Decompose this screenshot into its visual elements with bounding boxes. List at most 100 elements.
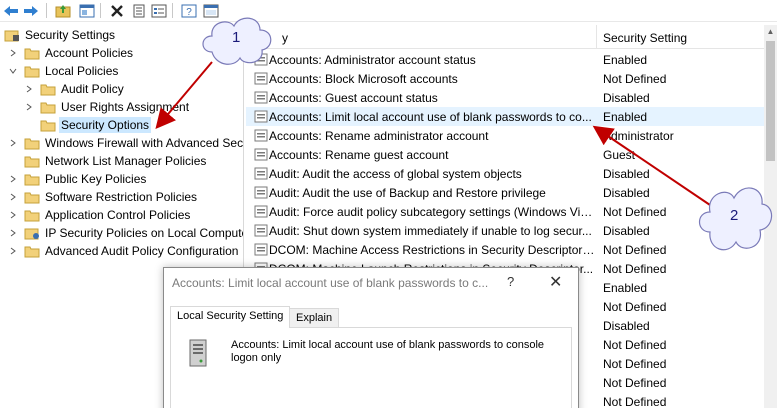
tab-explain[interactable]: Explain [289,308,340,327]
policy-name: Accounts: Rename administrator account [269,128,489,143]
chevron-right-icon[interactable] [24,84,34,94]
policy-name: Accounts: Limit local account use of bla… [269,109,592,124]
policy-name: Accounts: Rename guest account [269,147,449,162]
chevron-right-icon[interactable] [24,102,34,112]
policy-icon [254,167,268,180]
security-setting-value: Enabled [603,109,648,124]
security-setting-value: Not Defined [603,337,667,352]
policy-icon [254,110,268,123]
forward-icon[interactable] [22,2,40,19]
list-header: ^ y Security Setting [246,25,764,49]
tree-label: Advanced Audit Policy Configuration [45,244,239,258]
tree-item-security-options[interactable]: Security Options [40,116,152,134]
callout-number-2: 2 [730,207,739,224]
delete-icon[interactable] [108,2,126,19]
table-row[interactable]: Audit: Shut down system immediately if u… [246,221,764,240]
folder-up-icon[interactable] [54,2,72,19]
security-setting-value: Disabled [603,185,650,200]
policy-icon [254,205,268,218]
folder-icon [40,102,56,113]
chevron-down-icon[interactable] [8,66,18,76]
tree-label: Security Options [59,117,152,133]
table-row[interactable]: Accounts: Rename guest account Guest [246,145,764,164]
policy-icon [254,243,268,256]
policy-name: Accounts: Guest account status [269,90,438,105]
folder-icon [24,192,40,203]
policy-name: Audit: Audit the access of global system… [269,166,522,181]
chevron-right-icon[interactable] [8,246,18,256]
policy-description: Accounts: Limit local account use of bla… [231,339,545,364]
tree-item-user-rights-assignment[interactable]: User Rights Assignment [24,98,191,116]
tree-item-application-control[interactable]: Application Control Policies [8,206,192,224]
folder-icon [24,246,40,257]
tree-label: Public Key Policies [45,172,147,186]
properties-icon[interactable] [78,2,96,19]
table-row[interactable]: Audit: Force audit policy subcategory se… [246,202,764,221]
table-row[interactable]: Accounts: Limit local account use of bla… [246,107,764,126]
tree-root-security-settings[interactable]: Security Settings [4,26,117,44]
folder-icon [40,84,56,95]
security-setting-value: Disabled [603,90,650,105]
folder-icon [24,156,40,167]
policy-name: Accounts: Block Microsoft accounts [269,71,458,86]
list-icon[interactable] [150,2,168,19]
folder-icon [24,174,40,185]
folder-icon [40,120,56,131]
tree-label: Security Settings [25,28,116,42]
policy-name: DCOM: Machine Access Restrictions in Sec… [269,242,596,257]
dialog-tab-panel: Accounts: Limit local account use of bla… [170,327,572,408]
scroll-thumb[interactable] [766,41,775,161]
help-button[interactable]: ? [507,274,514,289]
help-icon[interactable]: ? [180,2,198,19]
dialog-title: Accounts: Limit local account use of bla… [172,276,489,290]
table-row[interactable]: Accounts: Block Microsoft accounts Not De… [246,69,764,88]
table-row[interactable]: Accounts: Administrator account status En… [246,50,764,69]
policy-name: Audit: Audit the use of Backup and Resto… [269,185,546,200]
tree-label: User Rights Assignment [61,100,190,114]
table-row[interactable]: DCOM: Machine Access Restrictions in Sec… [246,240,764,259]
export-icon[interactable] [130,2,148,19]
folder-open-icon [24,66,40,77]
tree-item-advanced-audit[interactable]: Advanced Audit Policy Configuration [8,242,240,260]
policy-name: Audit: Force audit policy subcategory se… [269,204,596,219]
server-icon [189,339,207,367]
chevron-right-icon[interactable] [8,192,18,202]
tree-item-software-restriction[interactable]: Software Restriction Policies [8,188,199,206]
tree-item-public-key-policies[interactable]: Public Key Policies [8,170,148,188]
close-button[interactable]: ✕ [549,272,562,292]
sort-ascending-icon: ^ [420,25,425,30]
table-row[interactable]: Audit: Audit the use of Backup and Resto… [246,183,764,202]
table-row[interactable]: Audit: Audit the access of global system… [246,164,764,183]
column-header-security-setting[interactable]: Security Setting [603,31,687,45]
table-row[interactable]: Accounts: Guest account status Disabled [246,88,764,107]
scroll-up-icon[interactable]: ▲ [764,25,777,39]
tree-item-account-policies[interactable]: Account Policies [8,44,135,62]
security-setting-value: Administrator [603,128,674,143]
column-divider[interactable] [596,25,597,49]
chevron-right-icon[interactable] [8,174,18,184]
chevron-right-icon[interactable] [8,138,18,148]
tree-item-network-list-manager[interactable]: Network List Manager Policies [24,152,208,170]
policy-icon [254,72,268,85]
tree-item-windows-firewall[interactable]: Windows Firewall with Advanced Secu [8,134,243,152]
tree-label: Software Restriction Policies [45,190,198,204]
callout-number-1: 1 [232,29,241,46]
policy-icon [254,129,268,142]
chevron-right-icon[interactable] [8,48,18,58]
security-setting-value: Disabled [603,223,650,238]
security-setting-value: Enabled [603,280,648,295]
column-header-policy[interactable]: y [282,31,288,45]
chevron-right-icon[interactable] [8,228,18,238]
table-row[interactable]: Accounts: Rename administrator account Ad… [246,126,764,145]
policy-icon [254,186,268,199]
tree-item-ip-security[interactable]: IP Security Policies on Local Compute [8,224,243,242]
tree-item-local-policies[interactable]: Local Policies [8,62,120,80]
security-setting-value: Not Defined [603,261,667,276]
tree-label: Application Control Policies [45,208,191,222]
security-setting-value: Not Defined [603,242,667,257]
tree-label: Local Policies [45,64,119,78]
tab-local-security-setting[interactable]: Local Security Setting [170,306,291,328]
chevron-right-icon[interactable] [8,210,18,220]
back-icon[interactable] [2,2,20,19]
tree-item-audit-policy[interactable]: Audit Policy [24,80,126,98]
